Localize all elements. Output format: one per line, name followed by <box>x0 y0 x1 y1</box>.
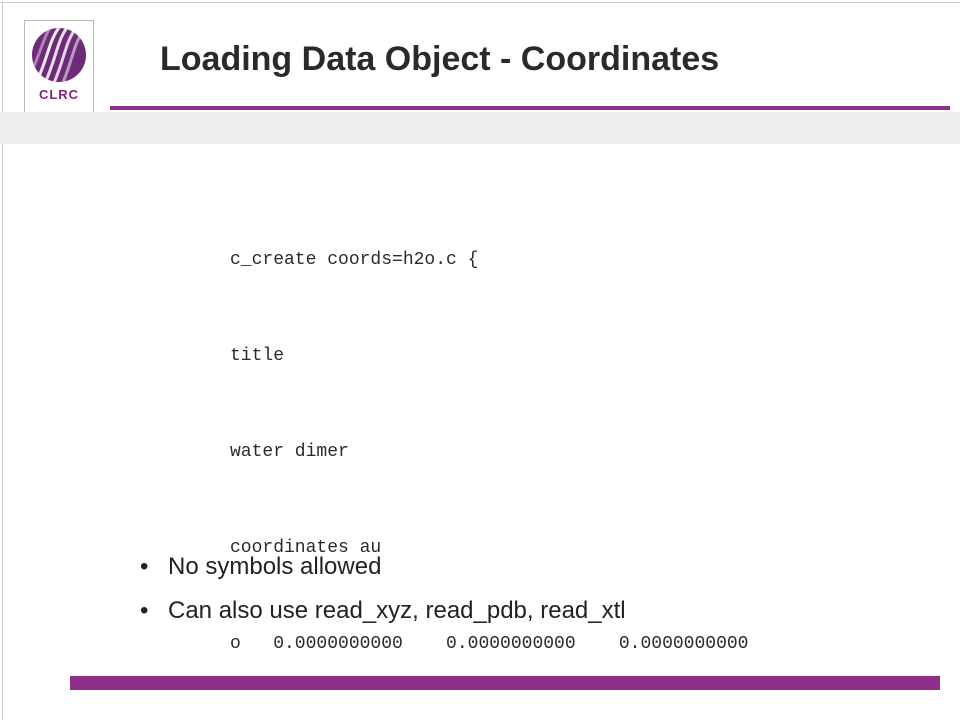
bullet-dot-icon: • <box>140 545 168 589</box>
bullet-item: • No symbols allowed <box>140 545 626 589</box>
code-line: water dimer <box>230 436 748 468</box>
code-block: c_create coords=h2o.c { title water dime… <box>230 180 748 720</box>
slide: CLRC Loading Data Object - Coordinates c… <box>0 0 960 720</box>
header-rule <box>110 106 950 110</box>
code-line: c_create coords=h2o.c { <box>230 244 748 276</box>
bullet-text: No symbols allowed <box>168 545 381 589</box>
logo-text: CLRC <box>31 87 87 102</box>
bullet-dot-icon: • <box>140 589 168 633</box>
bullet-item: • Can also use read_xyz, read_pdb, read_… <box>140 589 626 633</box>
logo: CLRC <box>24 20 94 116</box>
code-line: title <box>230 340 748 372</box>
hairline-left <box>2 2 3 720</box>
slide-title: Loading Data Object - Coordinates <box>160 40 719 79</box>
hairline-top <box>0 2 960 3</box>
header-grey-strip <box>0 112 960 144</box>
footer-bar <box>70 676 940 690</box>
bullet-text: Can also use read_xyz, read_pdb, read_xt… <box>168 589 626 633</box>
logo-swirl-icon <box>31 27 87 83</box>
bullet-list: • No symbols allowed • Can also use read… <box>140 545 626 633</box>
